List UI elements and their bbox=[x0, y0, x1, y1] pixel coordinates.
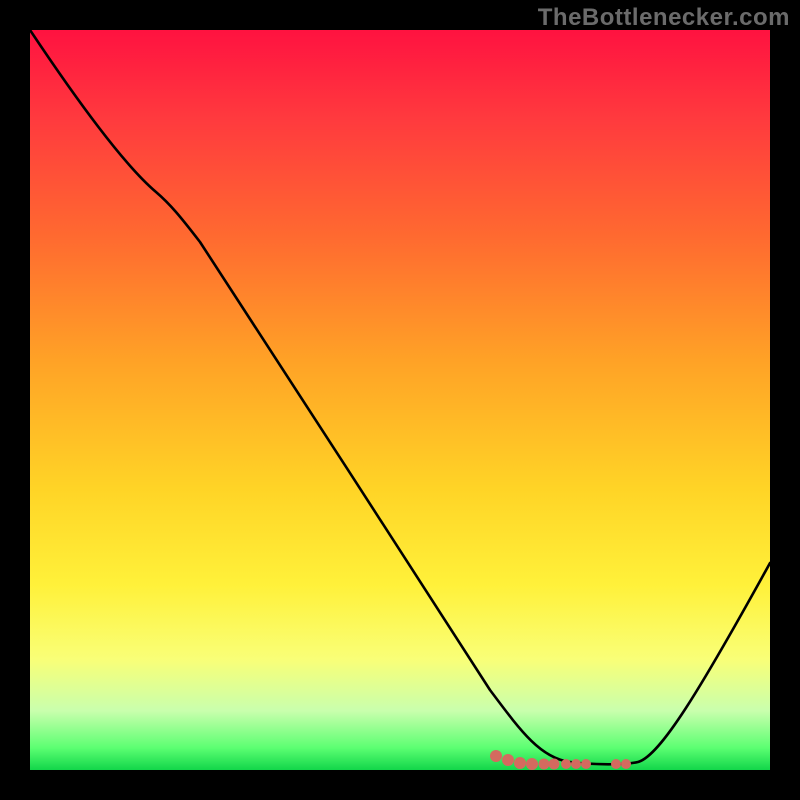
marker-dot bbox=[621, 759, 631, 769]
marker-dot bbox=[611, 759, 621, 769]
bottleneck-curve bbox=[30, 30, 770, 764]
marker-dot bbox=[571, 759, 581, 769]
plot-overlay bbox=[30, 30, 770, 770]
marker-dot bbox=[561, 759, 571, 769]
marker-dot bbox=[514, 757, 526, 769]
plot-frame bbox=[30, 30, 770, 770]
marker-dot bbox=[549, 759, 560, 770]
marker-dot bbox=[581, 759, 591, 769]
marker-dot bbox=[502, 754, 514, 766]
marker-dot bbox=[490, 750, 502, 762]
chart-container: TheBottlenecker.com bbox=[0, 0, 800, 800]
marker-dot bbox=[539, 759, 550, 770]
marker-dot bbox=[526, 758, 538, 770]
watermark-text: TheBottlenecker.com bbox=[538, 4, 790, 32]
